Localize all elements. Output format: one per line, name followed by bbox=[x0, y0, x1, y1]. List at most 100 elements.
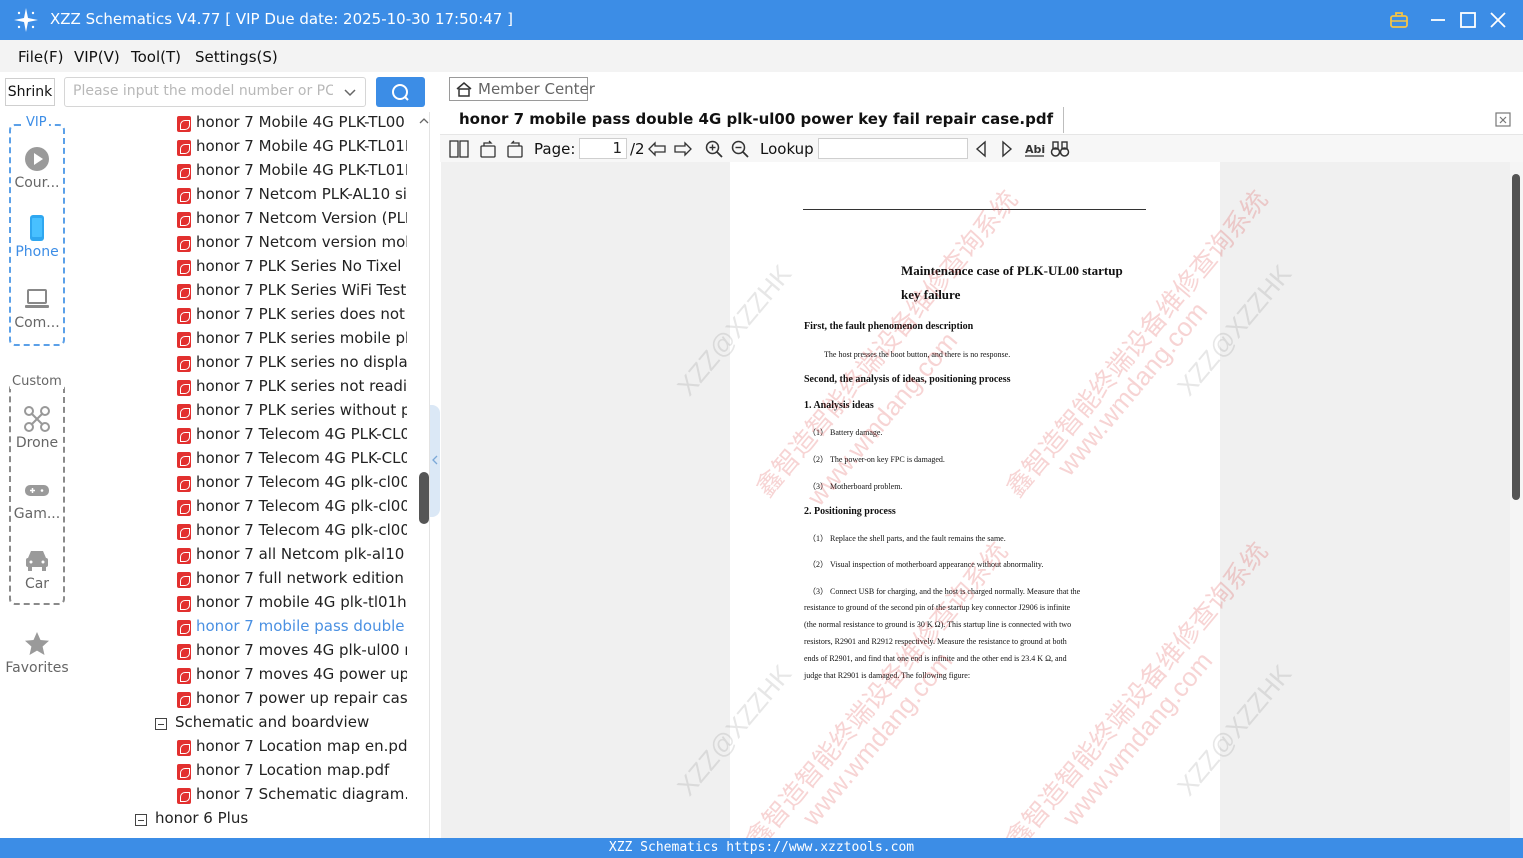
pdf-file-icon bbox=[177, 524, 191, 540]
minimize-icon[interactable] bbox=[1426, 8, 1450, 32]
pdf-file-icon bbox=[177, 788, 191, 804]
briefcase-icon[interactable] bbox=[1387, 8, 1411, 32]
tree-scrollbar-thumb[interactable] bbox=[419, 472, 429, 524]
tree-file-label: honor 7 power up repair case o bbox=[196, 689, 407, 707]
pdf-file-icon bbox=[177, 572, 191, 588]
tree-folder-item[interactable]: Schematic and boardview bbox=[175, 712, 429, 736]
star-icon bbox=[25, 632, 49, 655]
two-page-view-icon[interactable] bbox=[449, 139, 469, 159]
tree-file-item[interactable]: honor 7 PLK Series No Tixel Rep bbox=[177, 256, 407, 280]
pdf-file-icon bbox=[177, 404, 191, 420]
tree-file-item[interactable]: honor 7 Telecom 4G PLK-CL00 S bbox=[177, 448, 407, 472]
close-tab-icon[interactable] bbox=[1494, 110, 1512, 128]
find-next-icon[interactable] bbox=[997, 139, 1017, 159]
search-button[interactable] bbox=[376, 77, 425, 107]
rotate-left-icon[interactable] bbox=[505, 139, 525, 159]
tree-file-label: honor 7 PLK Series No Tixel Rep bbox=[196, 257, 407, 275]
tree-file-item[interactable]: honor 7 PLK series mobile phon bbox=[177, 328, 407, 352]
tree-file-item[interactable]: honor 7 moves 4G plk-ul00 mas bbox=[177, 640, 407, 664]
next-page-arrow-icon[interactable] bbox=[673, 139, 693, 159]
menu-settings[interactable]: Settings(S) bbox=[195, 48, 278, 66]
vip-group-label: VIP bbox=[24, 115, 49, 130]
svg-text:Abi: Abi bbox=[1025, 143, 1045, 156]
lookup-input[interactable] bbox=[818, 138, 968, 159]
tree-file-item[interactable]: honor 7 Schematic diagram.pdf bbox=[177, 784, 407, 808]
lookup-label: Lookup bbox=[760, 140, 814, 158]
shrink-button[interactable]: Shrink bbox=[5, 78, 55, 106]
tree-file-item[interactable]: honor 7 PLK series no displayed bbox=[177, 352, 407, 376]
category-phone-label: Phone bbox=[15, 244, 59, 260]
tree-folder-item[interactable]: honor 6 Plus bbox=[155, 808, 415, 832]
document-tab[interactable]: honor 7 mobile pass double 4G plk-ul00 p… bbox=[449, 107, 1065, 133]
menu-file[interactable]: File(F) bbox=[18, 48, 63, 66]
find-previous-icon[interactable] bbox=[971, 139, 991, 159]
tree-file-item[interactable]: honor 7 Telecom 4G plk-cl00 u1 bbox=[177, 520, 407, 544]
pdf-file-icon bbox=[177, 116, 191, 132]
pdf-toolbar: Page: 1 /2 Lookup Abi bbox=[440, 134, 1523, 162]
close-icon[interactable] bbox=[1486, 8, 1510, 32]
category-car[interactable]: Car bbox=[0, 546, 74, 592]
tree-file-item[interactable]: honor 7 mobile 4G plk-tl01h sp bbox=[177, 592, 407, 616]
tree-file-item[interactable]: honor 7 moves 4G power up po bbox=[177, 664, 407, 688]
pdf-viewer[interactable]: Maintenance case of PLK-UL00 startup key… bbox=[441, 162, 1510, 838]
tree-file-item[interactable]: honor 7 Netcom version mobile bbox=[177, 232, 407, 256]
zoom-out-icon[interactable] bbox=[730, 139, 750, 159]
rotate-right-icon[interactable] bbox=[478, 139, 498, 159]
category-courses-label: Cour... bbox=[14, 175, 60, 191]
collapse-toggle-icon[interactable] bbox=[155, 718, 167, 730]
maximize-icon[interactable] bbox=[1456, 8, 1480, 32]
pdf-file-icon bbox=[177, 500, 191, 516]
match-case-icon[interactable]: Abi bbox=[1024, 139, 1046, 159]
viewer-scrollbar-thumb[interactable] bbox=[1512, 174, 1520, 500]
tree-file-item[interactable]: honor 7 Mobile 4G PLK-TL01H S bbox=[177, 160, 407, 184]
tree-file-item[interactable]: honor 7 mobile pass double 4G bbox=[177, 616, 407, 640]
member-center-button[interactable]: Member Center bbox=[449, 77, 595, 101]
tree-file-item[interactable]: honor 7 Mobile 4G PLK-TL00 Ca bbox=[177, 112, 407, 136]
menu-tool[interactable]: Tool(T) bbox=[131, 48, 181, 66]
pdf-file-icon bbox=[177, 188, 191, 204]
chevron-down-icon[interactable] bbox=[343, 86, 357, 100]
category-phone[interactable]: Phone bbox=[0, 214, 74, 260]
tree-file-label: honor 7 mobile pass double 4G bbox=[196, 617, 407, 635]
collapse-toggle-icon[interactable] bbox=[135, 814, 147, 826]
category-games-label: Gam... bbox=[13, 506, 61, 522]
tree-file-item[interactable]: honor 7 PLK Series WiFi Test Fai bbox=[177, 280, 407, 304]
tree-file-item[interactable]: honor 7 Location map.pdf bbox=[177, 760, 407, 784]
tree-file-item[interactable]: honor 7 Location map en.pdf bbox=[177, 736, 407, 760]
prev-page-arrow-icon[interactable] bbox=[647, 139, 667, 159]
page-total: /2 bbox=[630, 140, 645, 158]
menu-vip[interactable]: VIP(V) bbox=[74, 48, 120, 66]
tree-file-item[interactable]: honor 7 Netcom Version (PLK-A bbox=[177, 208, 407, 232]
category-computer[interactable]: Com... bbox=[0, 285, 74, 331]
tree-file-label: honor 7 Mobile 4G PLK-TL01H S bbox=[196, 161, 407, 179]
viewer-scrollbar[interactable] bbox=[1510, 162, 1523, 838]
tree-file-label: honor 7 PLK series no displayed bbox=[196, 353, 407, 371]
tree-folder-label: honor 6 Plus bbox=[155, 809, 249, 827]
tree-file-item[interactable]: honor 7 PLK series does not boo bbox=[177, 304, 407, 328]
tree-file-item[interactable]: honor 7 power up repair case o bbox=[177, 688, 407, 712]
page-label: Page: bbox=[534, 140, 576, 158]
zoom-in-icon[interactable] bbox=[704, 139, 724, 159]
tree-file-item[interactable]: honor 7 Netcom PLK-AL10 sign bbox=[177, 184, 407, 208]
favorites[interactable]: Favorites bbox=[0, 630, 74, 676]
tree-file-item[interactable]: honor 7 Telecom 4G PLK-CL00 D bbox=[177, 424, 407, 448]
panel-collapse-handle[interactable] bbox=[430, 405, 440, 517]
model-search-input[interactable] bbox=[73, 83, 333, 99]
model-search-combobox[interactable] bbox=[64, 77, 366, 107]
tree-file-item[interactable]: honor 7 PLK series not reading bbox=[177, 376, 407, 400]
pdf-file-icon bbox=[177, 380, 191, 396]
tree-file-item[interactable]: honor 7 PLK series without port bbox=[177, 400, 407, 424]
tree-file-item[interactable]: honor 7 all Netcom plk-al10 sta bbox=[177, 544, 407, 568]
tree-file-item[interactable]: honor 7 full network edition (pl bbox=[177, 568, 407, 592]
tree-file-label: honor 7 Schematic diagram.pdf bbox=[196, 785, 407, 803]
category-drone[interactable]: Drone bbox=[0, 405, 74, 451]
binoculars-icon[interactable] bbox=[1050, 139, 1070, 159]
tree-file-item[interactable]: honor 7 Mobile 4G PLK-TL01H I bbox=[177, 136, 407, 160]
tree-file-item[interactable]: honor 7 Telecom 4G plk-cl00 u1 bbox=[177, 496, 407, 520]
pdf-file-icon bbox=[177, 212, 191, 228]
chevron-up-icon[interactable] bbox=[418, 115, 430, 127]
tree-file-item[interactable]: honor 7 Telecom 4G plk-cl00 GI bbox=[177, 472, 407, 496]
page-number-input[interactable]: 1 bbox=[579, 138, 627, 159]
category-courses[interactable]: Cour... bbox=[0, 145, 74, 191]
category-games[interactable]: Gam... bbox=[0, 476, 74, 522]
